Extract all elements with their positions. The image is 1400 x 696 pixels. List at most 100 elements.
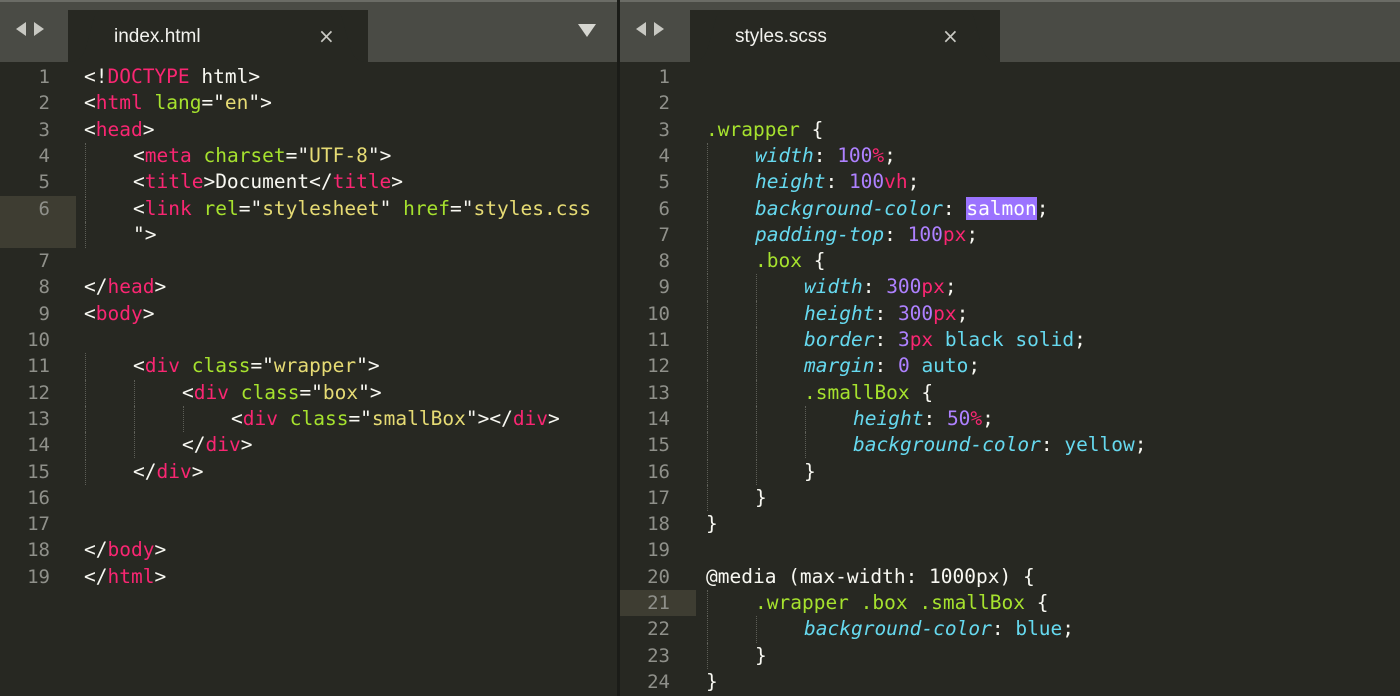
code-token: charset	[203, 143, 286, 167]
code-text: background-color: salmon;	[755, 196, 1049, 222]
code-token: div	[193, 380, 229, 404]
code-token: }	[755, 643, 767, 667]
code-token: <	[182, 380, 194, 404]
indent-guide	[756, 327, 757, 354]
line-number: 5	[658, 171, 670, 194]
code-line[interactable]: 16}	[620, 458, 1400, 485]
code-line[interactable]: 19	[620, 537, 1400, 563]
code-line[interactable]: 13 <div class="smallBox"></div>	[0, 405, 617, 433]
code-token: wrapper	[273, 354, 357, 378]
indent-guide	[85, 353, 86, 380]
code-line[interactable]: 8 .box {	[620, 248, 1400, 275]
indent-guide	[707, 484, 708, 512]
code-line[interactable]: 4 <meta charset="UTF-8">	[0, 142, 617, 170]
code-token: ;	[907, 170, 920, 194]
forward-arrow-icon[interactable]	[34, 22, 44, 36]
indent-guide	[756, 300, 757, 327]
line-number: 4	[38, 144, 50, 167]
code-line[interactable]: 18 </body>	[0, 537, 617, 563]
back-arrow-icon[interactable]	[636, 22, 646, 36]
code-token: html>	[189, 65, 261, 88]
code-line[interactable]: 15 background-color: yellow;	[620, 432, 1400, 459]
code-token: 100	[848, 170, 885, 194]
right-editor-pane[interactable]: styles.scss × 1 2 3 .wrapper {4 width: 100%;…	[620, 0, 1400, 696]
code-line[interactable]: 12 margin: 0 auto;	[620, 353, 1400, 380]
left-code-area[interactable]: 1 <!DOCTYPE html> 2 <html lang="en"> 3 <head>…	[0, 62, 617, 696]
close-icon[interactable]: ×	[942, 24, 959, 48]
code-line[interactable]: 6 <link rel="stylesheet" href="styles.css	[0, 195, 617, 222]
code-token: ="	[285, 143, 310, 167]
code-line[interactable]: 7	[0, 248, 617, 274]
code-line[interactable]: 19 </html>	[0, 564, 617, 590]
code-line[interactable]: 23}	[620, 642, 1400, 669]
line-number: 12	[647, 355, 670, 378]
code-token: @media (max-width: 1000px) {	[706, 564, 1035, 588]
code-line[interactable]: 4 width: 100%;	[620, 142, 1400, 170]
code-line[interactable]: 20 @media (max-width: 1000px) {	[620, 564, 1400, 590]
code-token: :	[874, 301, 898, 325]
code-line[interactable]: 2 <html lang="en">	[0, 90, 617, 116]
code-text: width: 300px;	[804, 274, 957, 300]
tab-styles-scss[interactable]: styles.scss ×	[690, 10, 1000, 62]
code-text: <title>Document</title>	[133, 169, 403, 195]
code-line[interactable]: 10	[0, 327, 617, 353]
code-line[interactable]: 13 .smallBox {	[620, 379, 1400, 406]
code-line[interactable]: 14 height: 50%;	[620, 405, 1400, 433]
code-line[interactable]: 16	[0, 485, 617, 511]
code-line[interactable]: 11 <div class="wrapper">	[0, 353, 617, 380]
code-line[interactable]: 2	[620, 90, 1400, 116]
code-token: rel	[203, 196, 239, 220]
code-line[interactable]: 5 <title>Document</title>	[0, 169, 617, 196]
line-number: 6	[38, 197, 50, 220]
code-line[interactable]: 5 height: 100vh;	[620, 169, 1400, 196]
tab-index-html[interactable]: index.html ×	[68, 10, 368, 62]
code-line[interactable]: 8 </head>	[0, 274, 617, 300]
code-token: <	[84, 91, 96, 115]
left-editor-pane[interactable]: index.html × 1 <!DOCTYPE html> 2 <html lang…	[0, 0, 617, 696]
code-line[interactable]: 6 background-color: salmon;	[620, 195, 1400, 222]
code-line[interactable]: 22 background-color: blue;	[620, 616, 1400, 643]
code-line[interactable]: 17	[0, 511, 617, 537]
forward-arrow-icon[interactable]	[654, 22, 664, 36]
code-line[interactable]: 1 <!DOCTYPE html>	[0, 64, 617, 90]
left-nav-arrows	[16, 22, 44, 36]
code-line[interactable]: 1	[620, 64, 1400, 90]
back-arrow-icon[interactable]	[16, 22, 26, 36]
right-tab-bar: styles.scss ×	[620, 0, 1400, 62]
code-line[interactable]: 18}	[620, 511, 1400, 537]
code-line[interactable]: 10 height: 300px;	[620, 300, 1400, 327]
code-token: "	[379, 196, 404, 220]
code-line[interactable]: 9 <body>	[0, 301, 617, 327]
code-token: head	[95, 117, 143, 141]
code-line[interactable]: 9 width: 300px;	[620, 274, 1400, 301]
code-line[interactable]: 7 padding-top: 100px;	[620, 221, 1400, 249]
code-token: href	[403, 196, 451, 220]
code-token: ="	[348, 406, 372, 430]
dropdown-triangle-icon[interactable]	[578, 24, 596, 37]
close-icon[interactable]: ×	[318, 24, 335, 48]
code-token: en	[224, 91, 249, 115]
code-token: <	[133, 170, 145, 194]
line-number: 1	[38, 66, 50, 88]
code-line[interactable]: 17}	[620, 484, 1400, 512]
code-line[interactable]: 21 .wrapper .box .smallBox {	[620, 590, 1400, 617]
right-code-area[interactable]: 1 2 3 .wrapper {4 width: 100%; 5 height: 100vh…	[620, 62, 1400, 696]
code-line[interactable]: 24}	[620, 669, 1400, 695]
code-line[interactable]: 3 <head>	[0, 117, 617, 143]
code-token: >	[142, 301, 155, 325]
code-line[interactable]: 14 </div>	[0, 432, 617, 459]
code-line[interactable]: ">	[0, 221, 617, 249]
indent-guide	[85, 379, 86, 406]
code-line[interactable]: 11 border: 3px black solid;	[620, 327, 1400, 354]
code-token: background-color	[804, 617, 992, 641]
code-line[interactable]: 12 <div class="box">	[0, 379, 617, 406]
code-token: :	[1040, 433, 1065, 457]
code-line[interactable]: 3 .wrapper {	[620, 117, 1400, 143]
code-token: 300	[897, 301, 934, 325]
code-token: height	[755, 170, 826, 194]
code-text: <html lang="en">	[84, 90, 272, 116]
code-line[interactable]: 15 </div>	[0, 458, 617, 485]
code-text: </html>	[84, 564, 166, 590]
indent-guide	[756, 274, 757, 301]
code-token: vh	[884, 170, 908, 194]
